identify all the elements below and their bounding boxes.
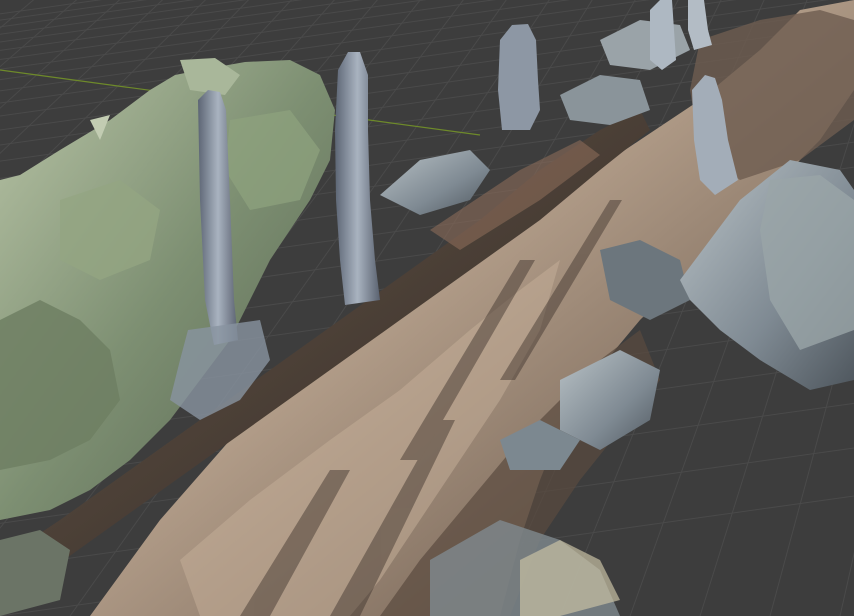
grid-line [0,0,248,35]
viewport-canvas[interactable] [0,0,854,616]
grid-line [0,0,148,21]
3d-viewport[interactable] [0,0,854,616]
grid-line [0,0,196,28]
